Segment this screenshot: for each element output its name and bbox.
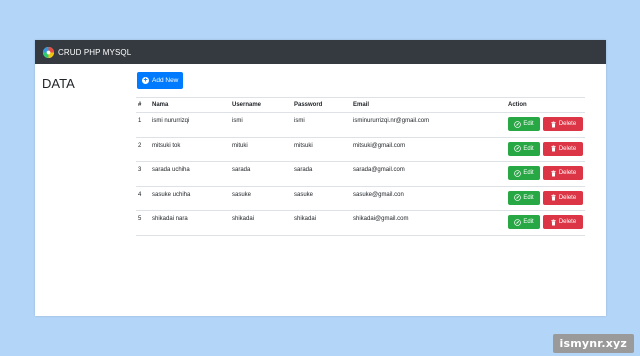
add-new-label: Add New (152, 77, 179, 84)
edit-button[interactable]: Edit (508, 166, 540, 181)
trash-icon (551, 219, 556, 226)
delete-label: Delete (558, 121, 577, 127)
cell-action: Edit Delete (506, 112, 585, 138)
header-password: Password (292, 97, 351, 113)
edit-icon (514, 219, 522, 226)
cell-username: shikadai (230, 210, 292, 236)
trash-icon (551, 194, 556, 201)
edit-icon (514, 169, 522, 177)
cell-username: sarada (230, 161, 292, 187)
table-row: 5 shikadai nara shikadai shikadai shikad… (136, 210, 585, 236)
cell-no: 2 (136, 137, 150, 163)
trash-icon (551, 145, 556, 152)
delete-button[interactable]: Delete (543, 190, 583, 205)
cell-action: Edit Delete (506, 210, 585, 236)
trash-icon (551, 170, 556, 177)
page-title: DATA (42, 76, 75, 91)
header-username: Username (230, 97, 292, 113)
edit-button[interactable]: Edit (508, 141, 540, 156)
trash-icon (551, 120, 556, 127)
delete-button[interactable]: Delete (543, 215, 583, 230)
cell-nama: sasuke uchiha (150, 186, 230, 212)
delete-label: Delete (558, 219, 577, 226)
delete-label: Delete (558, 170, 577, 177)
table-row: 3 sarada uchiha sarada sarada sarada@gma… (136, 161, 585, 187)
edit-icon (514, 145, 522, 152)
delete-label: Delete (558, 145, 577, 152)
table-row: 2 mitsuki tok mituki mitsuki mitsuki@gma… (136, 137, 585, 163)
cell-password: shikadai (292, 210, 351, 236)
cell-username: sasuke (230, 186, 292, 212)
cell-email: isminururrizqi.nr@gmail.com (351, 112, 506, 138)
cell-nama: shikadai nara (150, 210, 230, 236)
edit-label: Edit (523, 170, 534, 177)
plus-circle-icon: + (142, 77, 149, 84)
edit-label: Edit (523, 194, 534, 201)
header-email: Email (351, 97, 506, 113)
watermark: ismynr.xyz (552, 334, 634, 353)
cell-email: mitsuki@gmail.com (351, 137, 506, 163)
cell-nama: ismi nururrizqi (150, 112, 230, 138)
cell-no: 5 (136, 210, 150, 236)
brand-logo-icon (43, 46, 54, 58)
cell-nama: mitsuki tok (150, 137, 230, 163)
data-table: # Nama Username Password Email Action 1 … (136, 97, 585, 236)
edit-icon (514, 194, 522, 202)
edit-label: Edit (523, 121, 534, 127)
brand-title: CRUD PHP MYSQL (58, 47, 132, 57)
edit-button[interactable]: Edit (508, 215, 540, 230)
table-row: 1 ismi nururrizqi ismi ismi isminururriz… (136, 112, 585, 138)
navbar-brand[interactable]: CRUD PHP MYSQL (43, 46, 132, 58)
navbar: CRUD PHP MYSQL (35, 40, 606, 64)
cell-password: mitsuki (292, 137, 351, 163)
delete-label: Delete (558, 194, 577, 201)
delete-button[interactable]: Delete (543, 166, 583, 181)
edit-icon (514, 120, 522, 128)
cell-no: 3 (136, 161, 150, 187)
app-window: CRUD PHP MYSQL DATA + Add New # Nama Use… (35, 40, 606, 316)
edit-button[interactable]: Edit (508, 190, 540, 205)
edit-label: Edit (523, 145, 534, 152)
cell-action: Edit Delete (506, 186, 585, 212)
cell-password: sasuke (292, 186, 351, 212)
cell-action: Edit Delete (506, 161, 585, 187)
delete-button[interactable]: Delete (543, 141, 583, 156)
cell-password: sarada (292, 161, 351, 187)
cell-nama: sarada uchiha (150, 161, 230, 187)
cell-no: 4 (136, 186, 150, 212)
cell-password: ismi (292, 112, 351, 138)
cell-email: sasuke@gmail.con (351, 186, 506, 212)
table-header-row: # Nama Username Password Email Action (136, 97, 585, 113)
delete-button[interactable]: Delete (543, 117, 583, 131)
edit-button[interactable]: Edit (508, 117, 540, 131)
cell-email: shikadai@gmail.com (351, 210, 506, 236)
cell-username: mituki (230, 137, 292, 163)
table-row: 4 sasuke uchiha sasuke sasuke sasuke@gma… (136, 186, 585, 212)
cell-action: Edit Delete (506, 137, 585, 163)
cell-email: sarada@gmail.com (351, 161, 506, 187)
header-no: # (136, 97, 150, 113)
header-action: Action (506, 97, 585, 113)
header-nama: Nama (150, 97, 230, 113)
add-new-button[interactable]: + Add New (137, 72, 184, 89)
cell-username: ismi (230, 112, 292, 138)
cell-no: 1 (136, 112, 150, 138)
edit-label: Edit (523, 219, 534, 226)
